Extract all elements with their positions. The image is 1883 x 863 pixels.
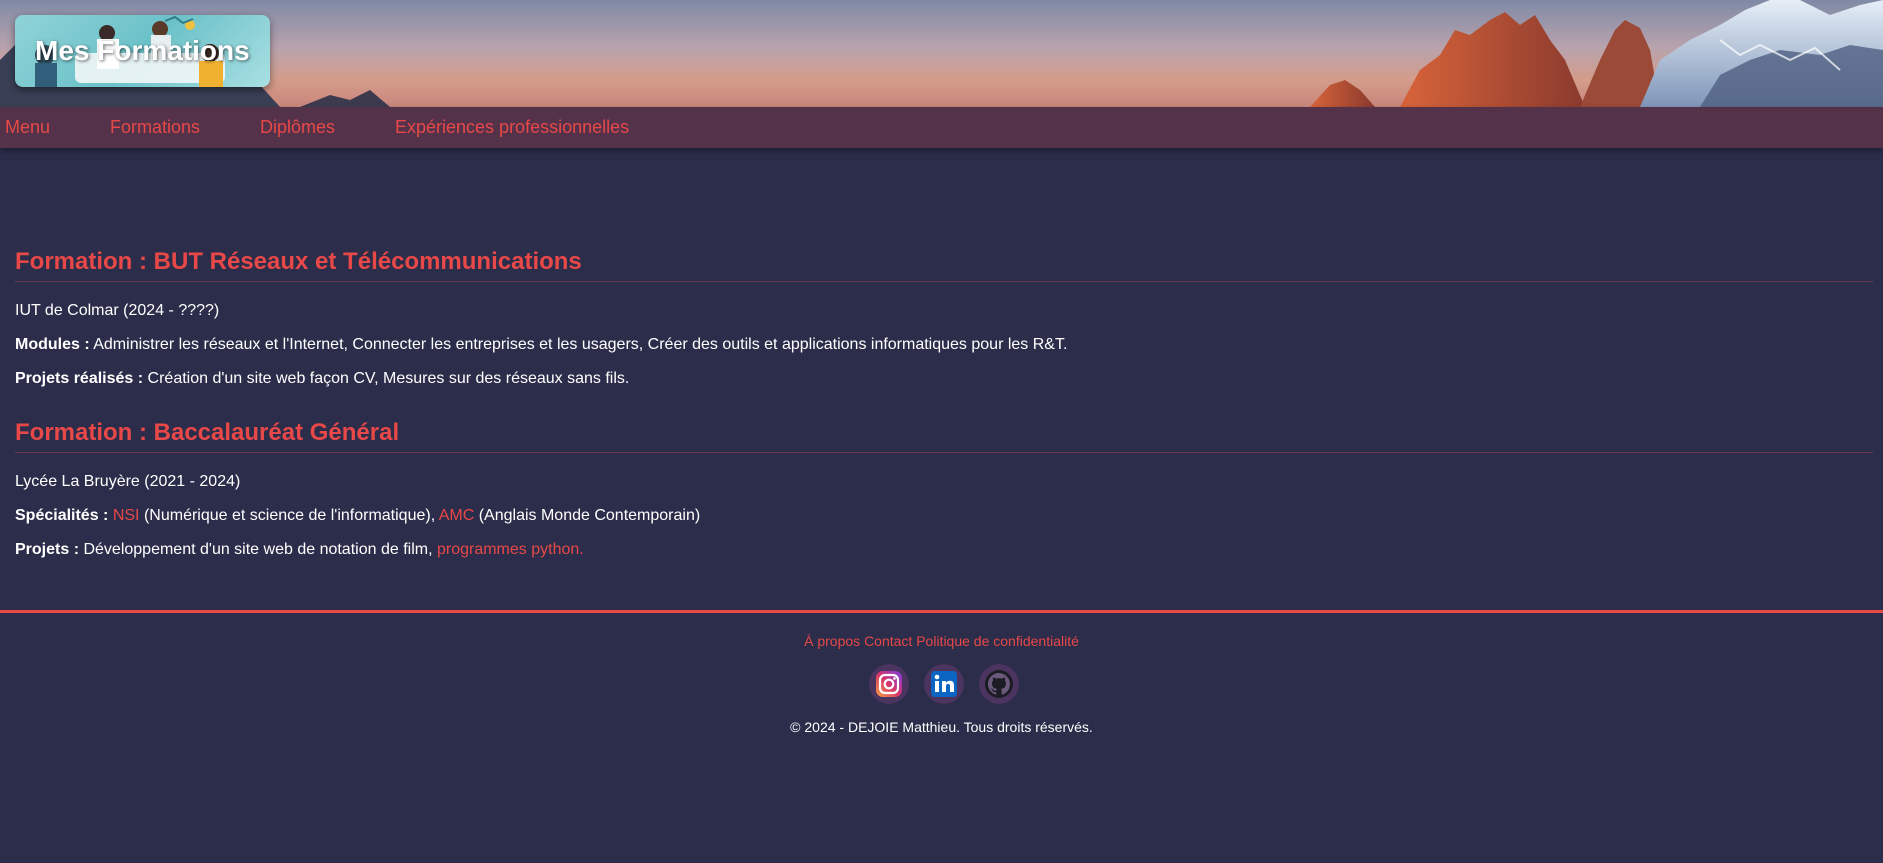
nav-item-formations[interactable]: Formations xyxy=(110,117,200,138)
amc-link[interactable]: AMC xyxy=(439,507,475,524)
nsi-text: (Numérique et science de l'informatique)… xyxy=(143,507,436,524)
projects-line: Projets réalisés : Création d'un site we… xyxy=(15,370,629,388)
logo-banner: Mes Formations xyxy=(15,15,270,87)
school-line: Lycée La Bruyère (2021 - 2024) xyxy=(15,473,241,490)
python-programs-link[interactable]: programmes python. xyxy=(437,541,584,558)
footer-link-contact[interactable]: Contact xyxy=(864,633,912,649)
modules-text: Administrer les réseaux et l'Internet, C… xyxy=(93,336,1068,353)
main-nav: Menu Formations Diplômes Expériences pro… xyxy=(0,107,1883,148)
copyright: © 2024 - DEJOIE Matthieu. Tous droits ré… xyxy=(790,719,1093,735)
github-icon[interactable] xyxy=(979,664,1019,704)
footer-link-privacy[interactable]: Politique de confidentialité xyxy=(916,633,1079,649)
specialties-label: Spécialités : xyxy=(15,507,109,524)
nav-item-menu[interactable]: Menu xyxy=(5,117,50,138)
header-banner: Mes Formations xyxy=(0,0,1883,107)
projects-text: Développement d'un site web de notation … xyxy=(83,541,433,558)
linkedin-icon[interactable] xyxy=(924,664,964,704)
section-divider xyxy=(15,452,1873,453)
footer-divider xyxy=(0,610,1883,613)
instagram-icon[interactable] xyxy=(869,664,909,704)
projects-label: Projets réalisés : xyxy=(15,370,144,387)
footer-links: À propos Contact Politique de confidenti… xyxy=(0,633,1883,649)
page-title: Mes Formations xyxy=(35,35,250,66)
nsi-link[interactable]: NSI xyxy=(113,507,140,524)
modules-line: Modules : Administrer les réseaux et l'I… xyxy=(15,336,1067,354)
projects-text: Création d'un site web façon CV, Mesures… xyxy=(147,370,630,387)
projects-line: Projets : Développement d'un site web de… xyxy=(15,541,584,559)
nav-item-diplomes[interactable]: Diplômes xyxy=(260,117,335,138)
social-links xyxy=(0,664,1883,706)
footer-link-about[interactable]: À propos xyxy=(804,633,860,649)
section-title: Formation : Baccalauréat Général xyxy=(15,419,400,446)
projects-label: Projets : xyxy=(15,541,80,558)
amc-text: (Anglais Monde Contemporain) xyxy=(478,507,701,524)
modules-label: Modules : xyxy=(15,336,90,353)
nav-item-experiences[interactable]: Expériences professionnelles xyxy=(395,117,629,138)
school-line: IUT de Colmar (2024 - ????) xyxy=(15,302,220,319)
section-title: Formation : BUT Réseaux et Télécommunica… xyxy=(15,248,582,275)
specialties-line: Spécialités : NSI (Numérique et science … xyxy=(15,507,700,525)
mountain-background-image xyxy=(0,0,1883,107)
section-divider xyxy=(15,281,1873,282)
